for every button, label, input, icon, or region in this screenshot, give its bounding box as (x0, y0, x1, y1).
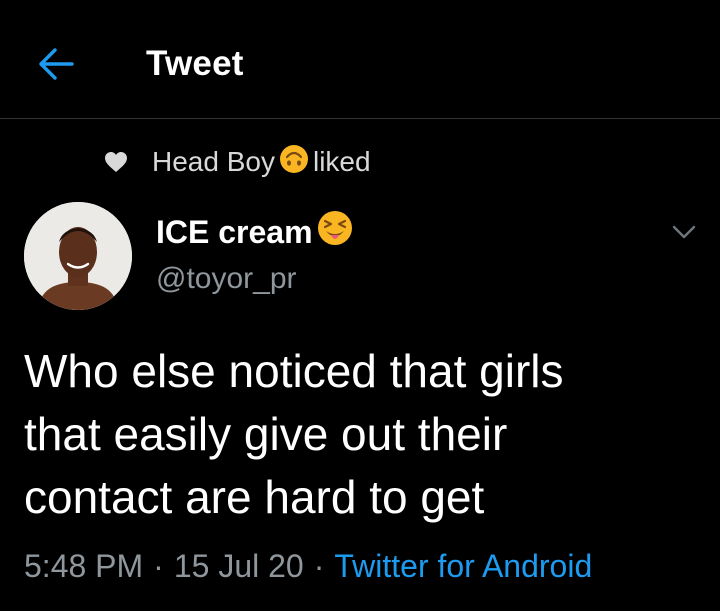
tweet-line: that easily give out their (24, 408, 508, 460)
author-name[interactable]: ICE cream (156, 210, 357, 254)
tweet-metadata: 5:48 PM · 15 Jul 20 · Twitter for Androi… (24, 542, 592, 590)
tweet-text: Who else noticed that girls that easily … (24, 340, 694, 529)
squinting-tongue-face-icon (317, 210, 353, 254)
liked-label: liked (312, 146, 371, 177)
author-handle[interactable]: @toyor_pr (156, 262, 297, 296)
tweet-line: contact are hard to get (24, 471, 485, 523)
tweet-source-link[interactable]: Twitter for Android (334, 548, 592, 585)
avatar[interactable] (24, 202, 132, 310)
page-title: Tweet (146, 44, 244, 83)
tweet-time[interactable]: 5:48 PM (24, 548, 143, 585)
upside-down-face-icon (279, 144, 309, 181)
liker-name: Head Boy (152, 146, 275, 177)
chevron-down-icon (672, 225, 696, 239)
more-options-button[interactable] (666, 214, 702, 250)
arrow-left-icon (39, 48, 74, 80)
back-button[interactable] (30, 40, 82, 88)
top-bar: Tweet (0, 0, 720, 119)
social-context[interactable]: Head Boy liked (104, 142, 371, 182)
tweet-line: Who else noticed that girls (24, 345, 564, 397)
separator: · (313, 547, 325, 584)
separator: · (153, 547, 164, 584)
tweet-date[interactable]: 15 Jul 20 (174, 548, 304, 585)
heart-icon (104, 149, 130, 175)
